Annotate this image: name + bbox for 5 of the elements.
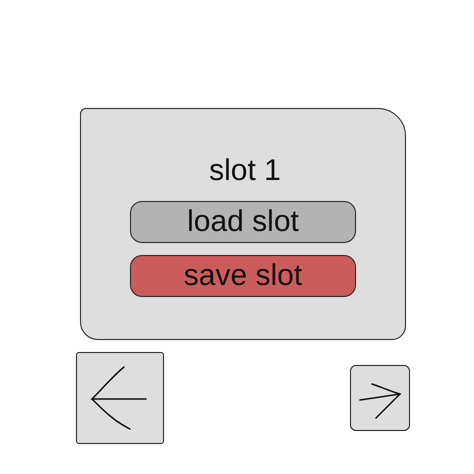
slot-button[interactable]: save slot [130,255,356,297]
forward-button[interactable] [350,365,410,431]
slot-button[interactable]: load slot [130,201,356,243]
back-button[interactable] [76,352,164,444]
slot-title: slot 1 [209,153,281,189]
